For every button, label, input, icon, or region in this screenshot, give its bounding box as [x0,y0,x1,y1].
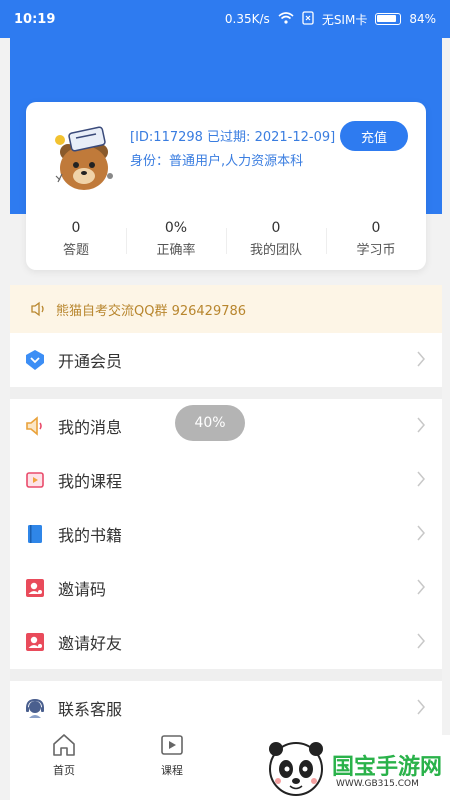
menu-item-vip[interactable]: 开通会员 [10,333,442,387]
tab-course[interactable]: 课程 [142,732,202,778]
battery-icon [375,13,402,25]
stat-team[interactable]: 0 我的团队 [226,220,326,264]
chevron-right-icon [416,633,426,653]
avatar[interactable] [46,118,124,196]
watermark-url: WWW.GB315.COM [336,779,419,789]
status-bar: 10:19 0.35K/s 无SIM卡 84% [0,0,450,38]
tab-label: 课程 [161,764,183,777]
user-role: 身份：普通用户,人力资源本科 [130,154,304,169]
status-time: 10:19 [14,11,56,27]
watermark-brand: 国宝手游网 [332,755,443,780]
menu-item-invite-friends[interactable]: 邀请好友 [10,615,442,669]
stat-value: 0 [271,220,281,236]
chevron-right-icon [416,471,426,491]
chevron-right-icon [416,417,426,437]
notice-text: 熊猫自考交流QQ群 926429786 [56,303,247,319]
chevron-right-icon [416,699,426,719]
speaker-icon [30,301,48,317]
recharge-button[interactable]: 充值 [340,121,408,151]
network-speed: 0.35K/s [224,12,270,26]
menu-group-vip: 开通会员 [10,333,442,387]
wifi-icon [278,11,294,27]
play-icon [142,732,202,758]
menu-item-support[interactable]: 联系客服 [10,681,442,735]
menu-label: 开通会员 [58,352,123,371]
support-icon [24,697,46,719]
tab-label: 首页 [53,764,75,777]
membership-id-expiry: [ID:117298 已过期: 2021-12-09] [130,130,336,145]
course-icon [24,469,46,491]
tab-home[interactable]: 首页 [34,732,94,778]
menu-label: 我的课程 [58,472,123,491]
stat-label: 我的团队 [249,243,302,258]
stats-row: 0 答题 0% 正确率 0 我的团队 0 学习币 [26,220,426,264]
stat-label: 答题 [62,243,89,258]
stat-value: 0 [371,220,381,236]
menu-label: 邀请码 [58,580,107,599]
sim-status: 无SIM卡 [321,12,368,27]
menu-item-books[interactable]: 我的书籍 [10,507,442,561]
invite-icon [24,631,46,653]
divider [10,387,442,399]
menu-label: 我的书籍 [58,526,123,545]
chevron-right-icon [416,525,426,545]
invite-icon [24,577,46,599]
chevron-right-icon [416,579,426,599]
menu-label: 邀请好友 [58,634,123,653]
stat-accuracy[interactable]: 0% 正确率 [126,220,226,264]
menu-item-invite-code[interactable]: 邀请码 [10,561,442,615]
home-icon [34,732,94,758]
profile-card: [ID:117298 已过期: 2021-12-09] 身份：普通用户,人力资源… [26,102,426,270]
menu-label: 我的消息 [58,418,123,437]
stat-label: 正确率 [156,243,196,258]
stat-label: 学习币 [356,243,396,258]
progress-toast: 40% [175,405,245,441]
vip-icon [24,349,46,371]
menu-label: 联系客服 [58,700,123,719]
message-icon [24,415,46,437]
stat-value: 0 [71,220,81,236]
notice-bar[interactable]: 熊猫自考交流QQ群 926429786 [10,285,442,333]
menu-group-support: 联系客服 [10,681,442,735]
stat-value: 0% [164,220,188,236]
battery-level: 84% [409,12,436,26]
sim-icon [302,10,314,28]
menu-item-courses[interactable]: 我的课程 [10,453,442,507]
stat-coins[interactable]: 0 学习币 [326,220,426,264]
chevron-right-icon [416,351,426,371]
divider [10,669,442,681]
site-watermark: 国宝手游网 WWW.GB315.COM [262,735,450,800]
book-icon [24,523,46,545]
stat-answers[interactable]: 0 答题 [26,220,126,264]
